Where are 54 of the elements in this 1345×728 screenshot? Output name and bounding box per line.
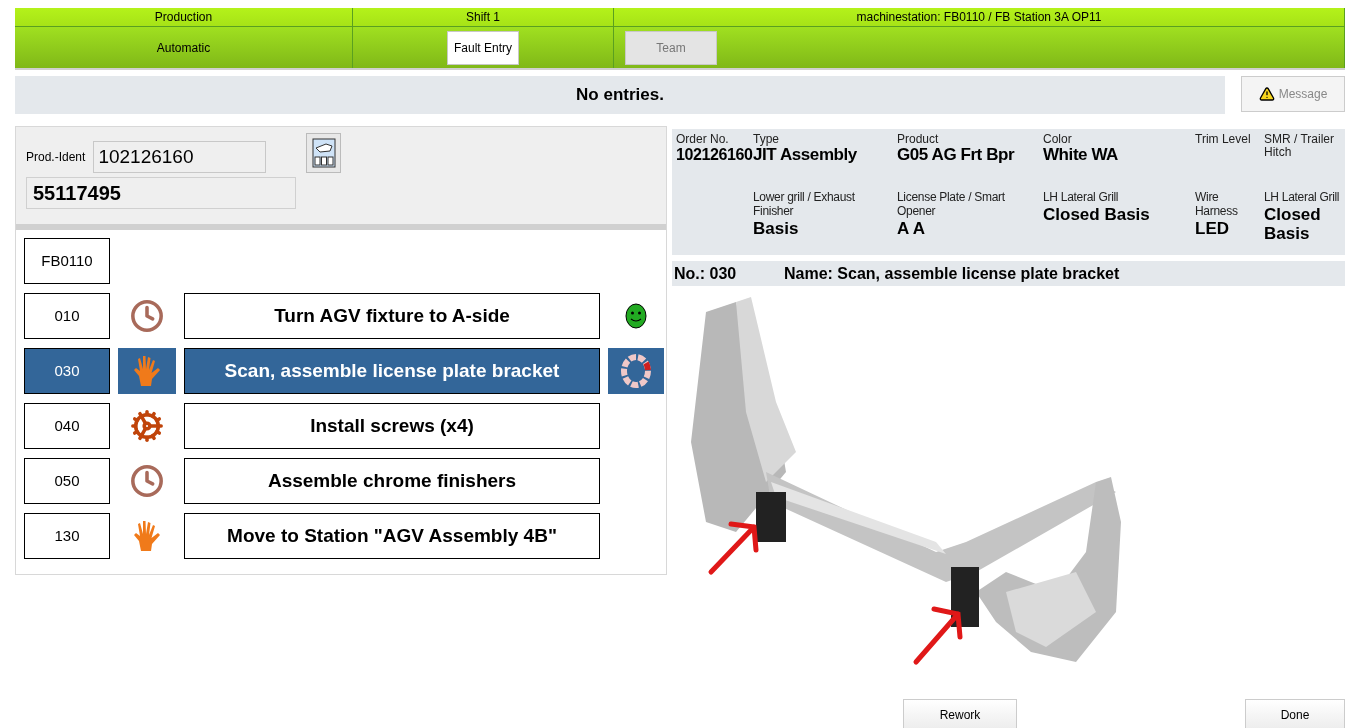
done-button[interactable]: Done	[1245, 699, 1345, 728]
progress-ring-icon	[620, 353, 652, 389]
step-name[interactable]: Turn AGV fixture to A-side	[184, 293, 600, 339]
keypad-button[interactable]	[306, 133, 342, 173]
header-label: machinestation: FB0110 / FB Station 3A OP11	[856, 9, 1102, 26]
info-label: Order No.	[676, 133, 730, 147]
info-label: Wire Harness	[1195, 191, 1239, 219]
info-value: JIT Assembly	[753, 146, 858, 165]
hand-icon	[133, 354, 161, 388]
prod-ident-field[interactable]: 102126160	[93, 141, 267, 173]
info-label: LH Lateral Grill	[1264, 191, 1341, 205]
mode-label: Automatic	[156, 39, 211, 57]
info-label: Trim Level	[1195, 133, 1252, 147]
info-label: SMR / Trailer Hitch	[1264, 133, 1335, 160]
current-step-name: Name: Scan, assemble license plate bracket	[784, 263, 1120, 284]
info-value: A A	[897, 218, 926, 239]
gear-icon	[130, 409, 164, 443]
info-value: G05 AG Frt Bpr	[897, 146, 1016, 165]
clock-icon	[130, 299, 164, 333]
step-name[interactable]: Assemble chrome finishers	[184, 458, 600, 504]
info-value: Closed Basis	[1043, 204, 1151, 225]
step-number[interactable]: 010	[24, 293, 110, 339]
step-number[interactable]: 030	[24, 348, 110, 394]
rework-button[interactable]: Rework	[903, 699, 1017, 728]
prod-ident-label: Prod.-Ident	[26, 149, 86, 166]
info-value: Closed Basis	[1264, 204, 1322, 244]
warning-icon	[1258, 86, 1275, 102]
info-label: Color	[1043, 133, 1073, 147]
clock-icon	[130, 464, 164, 498]
info-value: 102126160	[676, 146, 753, 164]
info-value: White WA	[1043, 146, 1119, 165]
keypad-icon	[311, 138, 336, 168]
step-name[interactable]: Move to Station "AGV Assembly 4B"	[184, 513, 600, 559]
info-label: Product	[897, 133, 940, 147]
fault-entry-button[interactable]: Fault Entry	[447, 30, 519, 65]
serial-field[interactable]: 55117495	[26, 177, 296, 209]
header-label: Production	[154, 9, 213, 26]
step-number[interactable]: 050	[24, 458, 110, 504]
smiley-icon	[625, 303, 647, 329]
step-number[interactable]: 040	[24, 403, 110, 449]
current-step-number: No.: 030	[674, 263, 738, 284]
header-label: Shift 1	[466, 9, 500, 26]
info-label: License Plate / Smart Opener	[897, 191, 1006, 219]
hand-icon	[133, 519, 161, 553]
info-value: Basis	[753, 218, 800, 239]
info-label: LH Lateral Grill	[1043, 191, 1120, 205]
info-value: LED	[1195, 218, 1230, 239]
info-label: Type	[753, 133, 780, 147]
step-name[interactable]: Scan, assemble license plate bracket	[184, 348, 600, 394]
step-name[interactable]: Install screws (x4)	[184, 403, 600, 449]
info-label: Lower grill / Exhaust Finisher	[753, 191, 856, 219]
station-label: FB0110	[24, 238, 110, 284]
message-text: No entries.	[576, 84, 664, 107]
step-number[interactable]: 130	[24, 513, 110, 559]
